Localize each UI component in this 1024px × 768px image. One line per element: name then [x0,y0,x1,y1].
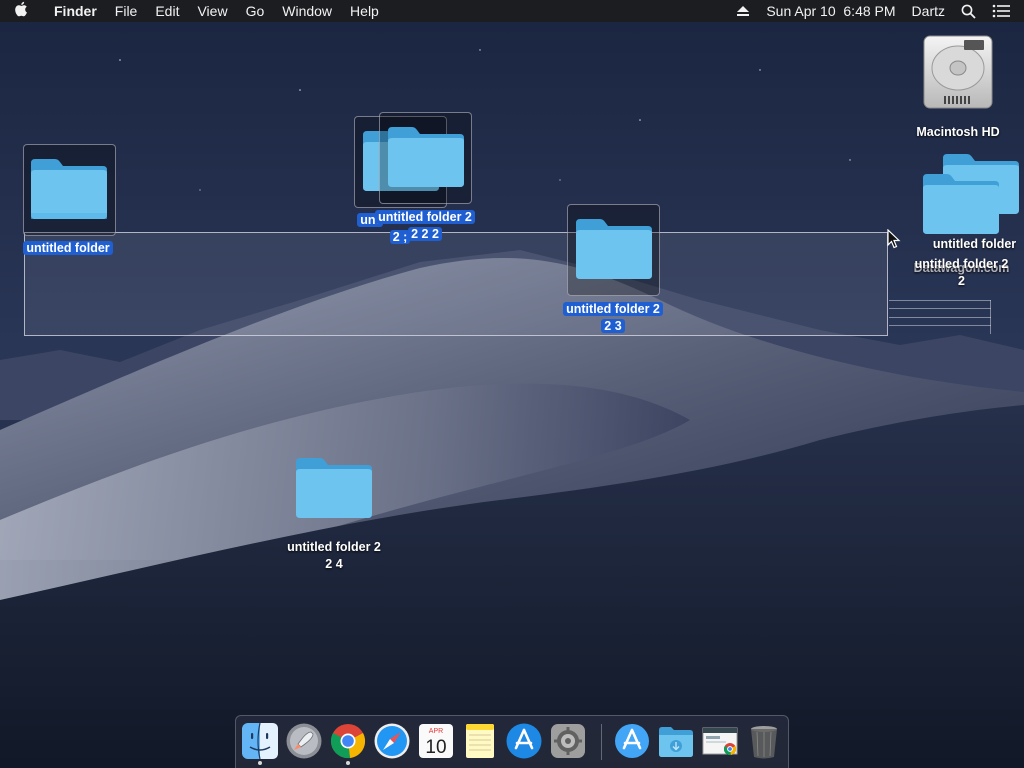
calendar-day: 10 [425,737,446,758]
eject-icon[interactable] [728,5,758,17]
dock-item-applications[interactable] [613,722,651,760]
downloads-folder-icon [659,727,693,757]
desktop-folder-untitled-folder-2-right[interactable]: Datawagon.com untitled folder 2 2 [903,170,1020,290]
dock-separator [601,724,602,760]
desktop-icon-label-line2: 2 4 [325,557,343,571]
menu-view[interactable]: View [188,0,236,22]
desktop-icon-label-line2: 2 3 [558,318,668,334]
dock-running-indicator [346,761,350,765]
folder-icon [388,127,464,187]
notes-icon [466,724,494,758]
app-store-icon [506,723,542,759]
desktop-icon-label-line2: 2 [958,274,965,288]
menu-help[interactable]: Help [341,0,388,22]
dock-item-safari[interactable] [373,722,411,760]
dock-running-indicator [258,761,262,765]
desktop-icon-macintosh-hd[interactable]: Macintosh HD [905,32,1015,142]
menu-edit[interactable]: Edit [146,0,188,22]
notification-center-icon[interactable] [984,4,1024,18]
desktop-icon-label: untitled folder 2 [914,257,1009,271]
menu-go[interactable]: Go [237,0,274,22]
screenshot-stack-icon [702,727,738,756]
chrome-icon [330,724,366,759]
folder-icon [576,219,652,279]
menu-bar: Finder File Edit View Go Window Help Sun… [0,0,1024,22]
desktop-icon-label-line2: 2 2 2 [370,226,480,242]
dock-item-downloads[interactable] [657,722,695,760]
apple-logo-icon[interactable] [0,1,42,21]
system-preferences-icon [551,724,585,758]
desktop-folder-untitled-folder[interactable]: untitled folder [18,143,122,259]
dock-item-notes[interactable] [461,722,499,760]
dock-item-screenshot[interactable] [701,722,739,760]
desktop-wallpaper [0,0,1024,768]
menu-file[interactable]: File [106,0,147,22]
dock-item-launchpad[interactable] [285,722,323,760]
finder-icon [242,722,278,760]
selection-marquee [24,232,888,336]
mouse-cursor-icon [887,229,901,249]
folder-icon [296,458,372,518]
desktop-folder-untitled-folder-2-2-4[interactable]: untitled folder 2 2 4 [279,452,389,577]
desktop-icon-label: untitled folder [18,240,118,256]
menu-app-finder[interactable]: Finder [42,0,106,22]
dock-item-trash[interactable] [745,722,783,760]
spotlight-search-icon[interactable] [953,4,984,19]
dock-item-system-preferences[interactable] [549,722,587,760]
dock-item-calendar[interactable]: APR 10 [417,722,455,760]
desktop-icon-label: untitled folder 2 [370,209,480,225]
menu-clock[interactable]: Sun Apr 10 6:48 PM [758,0,903,22]
dock: APR 10 [235,715,789,768]
dock-item-app-store[interactable] [505,722,543,760]
menu-user[interactable]: Dartz [904,0,953,22]
calendar-month: APR [429,728,443,735]
dock-item-finder[interactable] [241,722,279,765]
desktop-folder-untitled-folder-2-2-2[interactable]: untitled folder 2 2 2 2 [370,111,480,246]
hard-drive-icon [923,35,993,109]
calendar-icon: APR 10 [419,724,453,758]
desktop-icon-label: Macintosh HD [916,125,1000,139]
drag-ghost-lines [889,300,991,334]
desktop-icon-label: untitled folder 2 [287,540,381,554]
folder-icon [923,174,999,234]
launchpad-icon [286,723,322,759]
safari-icon [374,723,410,759]
desktop-icon-label: untitled folder 2 [558,301,668,317]
folder-icon [31,159,107,219]
menu-window[interactable]: Window [273,0,341,22]
desktop-folder-untitled-folder-2-2-3[interactable]: untitled folder 2 2 3 [558,203,668,338]
trash-icon [751,726,777,759]
dock-item-chrome[interactable] [329,722,367,765]
applications-stack-icon [615,724,649,758]
